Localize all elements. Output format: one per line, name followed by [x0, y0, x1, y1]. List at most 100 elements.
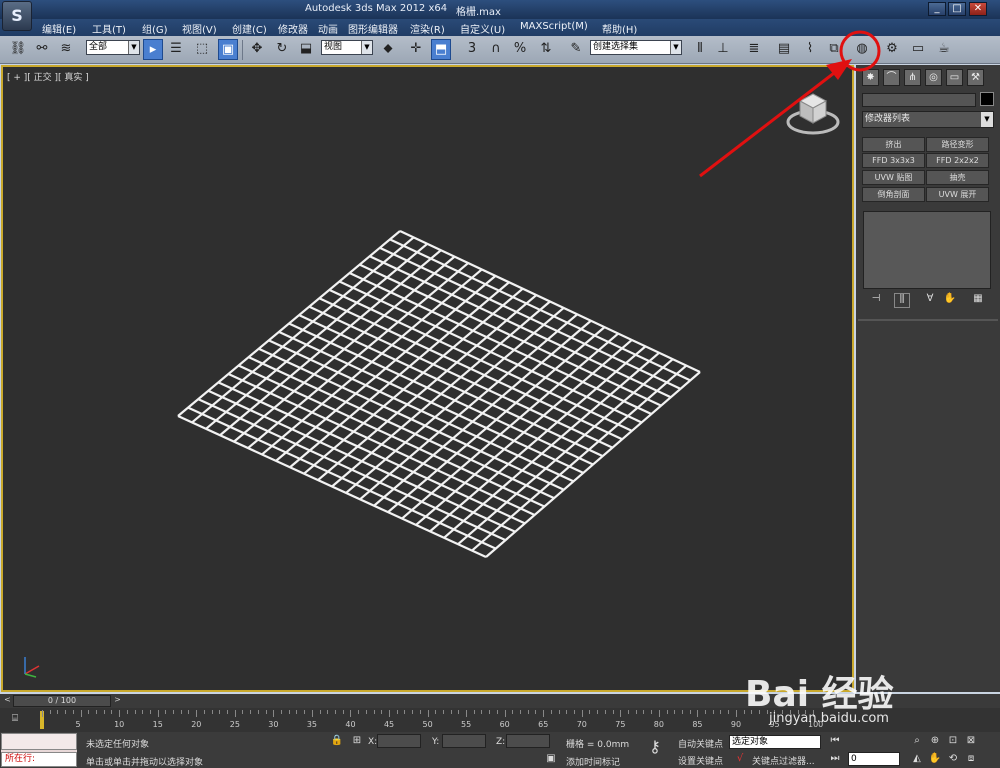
move-icon[interactable]: ✥: [247, 39, 267, 60]
object-color-swatch[interactable]: [980, 92, 994, 106]
menu-modifiers[interactable]: 修改器: [278, 21, 308, 36]
modifier-shell-button[interactable]: 抽壳: [926, 170, 989, 185]
goto-start-icon[interactable]: ⏮: [828, 734, 842, 748]
menu-customize[interactable]: 自定义(U): [460, 21, 505, 36]
modifier-ffd333-button[interactable]: FFD 3x3x3: [862, 153, 925, 168]
modifier-bevel-profile-button[interactable]: 倒角剖面: [862, 187, 925, 202]
time-slider-prev-icon[interactable]: <: [2, 695, 13, 707]
auto-key-button[interactable]: 自动关键点: [678, 737, 723, 750]
show-end-result-icon[interactable]: ⫼: [894, 293, 910, 308]
menu-rendering[interactable]: 渲染(R): [410, 21, 445, 36]
grid-object-mesh[interactable]: [177, 230, 701, 559]
modifier-list-dropdown[interactable]: 修改器列表 ▼: [862, 111, 994, 128]
menu-tools[interactable]: 工具(T): [92, 21, 126, 36]
bind-space-warp-icon[interactable]: ≋: [56, 39, 76, 60]
zoom-all-icon[interactable]: ⊕: [928, 734, 942, 748]
set-key-icon[interactable]: ⚷: [648, 739, 662, 755]
menu-graph-editors[interactable]: 图形编辑器: [348, 21, 398, 36]
add-time-tag-button[interactable]: 添加时间标记: [566, 755, 620, 768]
modifier-ffd222-button[interactable]: FFD 2x2x2: [926, 153, 989, 168]
z-coord-field[interactable]: [506, 734, 550, 748]
menu-group[interactable]: 组(G): [142, 21, 168, 36]
field-of-view-icon[interactable]: ◭: [910, 752, 924, 766]
reference-coordinate-dropdown[interactable]: 视图 ▼: [321, 40, 373, 55]
object-name-field[interactable]: [862, 93, 976, 107]
curve-editor-icon[interactable]: ⌇: [800, 39, 820, 60]
maximize-viewport-icon[interactable]: ⧈: [964, 752, 978, 766]
configure-modifier-sets-icon[interactable]: ▦: [970, 293, 986, 308]
key-mode-dropdown[interactable]: 选定对象: [729, 735, 821, 749]
schematic-view-icon[interactable]: ⧉: [824, 39, 844, 60]
absolute-mode-icon[interactable]: ⊞: [350, 734, 364, 748]
maxscript-input[interactable]: [1, 733, 77, 750]
select-manipulate-icon[interactable]: ✛: [406, 39, 426, 60]
modifier-uvw-map-button[interactable]: UVW 贴图: [862, 170, 925, 185]
menu-maxscript[interactable]: MAXScript(M): [520, 21, 588, 32]
current-frame-field[interactable]: 0: [848, 752, 900, 766]
render-production-icon[interactable]: ☕: [934, 39, 954, 60]
zoom-icon[interactable]: ⌕: [910, 734, 924, 748]
create-tab-icon[interactable]: ✸: [862, 69, 879, 86]
key-mode-toggle-icon[interactable]: ⏭: [828, 752, 842, 766]
time-tag-icon[interactable]: ▣: [544, 752, 558, 766]
keyboard-shortcut-override-icon[interactable]: ⬒: [431, 39, 451, 60]
graphite-ribbon-icon[interactable]: ▤: [774, 39, 794, 60]
material-editor-icon[interactable]: ◍: [852, 39, 872, 60]
modify-tab-icon[interactable]: ⌒: [883, 69, 900, 86]
time-slider-thumb[interactable]: 0 / 100: [13, 695, 111, 707]
link-icon[interactable]: ⛓: [8, 39, 28, 60]
rotate-icon[interactable]: ↻: [272, 39, 292, 60]
mini-curve-editor-icon[interactable]: ⌸: [8, 712, 22, 726]
edit-named-selection-icon[interactable]: ✎: [566, 39, 586, 60]
zoom-extents-icon[interactable]: ⊡: [946, 734, 960, 748]
lock-selection-icon[interactable]: 🔒: [330, 734, 344, 748]
modifier-path-deform-button[interactable]: 路径变形: [926, 137, 989, 152]
make-unique-icon[interactable]: ∀: [922, 293, 938, 308]
pivot-center-icon[interactable]: ⬥: [378, 39, 398, 60]
y-coord-field[interactable]: [442, 734, 486, 748]
rendered-frame-window-icon[interactable]: ▭: [908, 39, 928, 60]
time-slider-next-icon[interactable]: >: [112, 695, 123, 707]
align-icon[interactable]: ⊥: [713, 39, 733, 60]
layer-manager-icon[interactable]: ≣: [744, 39, 764, 60]
x-coord-field[interactable]: [377, 734, 421, 748]
minimize-button[interactable]: _: [928, 2, 946, 16]
menu-views[interactable]: 视图(V): [182, 21, 217, 36]
modifier-unwrap-uvw-button[interactable]: UVW 展开: [926, 187, 989, 202]
menu-create[interactable]: 创建(C): [232, 21, 267, 36]
select-object-icon[interactable]: ▸: [143, 39, 163, 60]
set-key-button[interactable]: 设置关键点: [678, 754, 723, 767]
zoom-extents-all-icon[interactable]: ⊠: [964, 734, 978, 748]
spinner-snap-icon[interactable]: ⇅: [536, 39, 556, 60]
angle-snap-icon[interactable]: ∩: [486, 39, 506, 60]
selection-filter-dropdown[interactable]: 全部 ▼: [86, 40, 140, 55]
remove-modifier-icon[interactable]: ✋: [942, 293, 958, 308]
percent-snap-icon[interactable]: %: [510, 39, 530, 60]
perspective-viewport[interactable]: [ + ][ 正交 ][ 真实 ]: [1, 65, 854, 692]
close-button[interactable]: ✕: [969, 2, 987, 16]
modifier-extrude-button[interactable]: 挤出: [862, 137, 925, 152]
menu-edit[interactable]: 编辑(E): [42, 21, 76, 36]
rectangular-region-icon[interactable]: ⬚: [192, 39, 212, 60]
utilities-tab-icon[interactable]: ⚒: [967, 69, 984, 86]
window-crossing-icon[interactable]: ▣: [218, 39, 238, 60]
hierarchy-tab-icon[interactable]: ⋔: [904, 69, 921, 86]
display-tab-icon[interactable]: ▭: [946, 69, 963, 86]
pan-icon[interactable]: ✋: [928, 752, 942, 766]
select-by-name-icon[interactable]: ☰: [166, 39, 186, 60]
snaps-toggle-icon[interactable]: 3: [462, 39, 482, 60]
menu-animation[interactable]: 动画: [318, 21, 338, 36]
viewcube-icon[interactable]: [786, 93, 840, 135]
key-filters-button[interactable]: 关键点过滤器...: [752, 754, 815, 767]
maximize-button[interactable]: □: [948, 2, 966, 16]
unlink-icon[interactable]: ⚯: [32, 39, 52, 60]
modifier-stack-list[interactable]: [863, 211, 991, 289]
motion-tab-icon[interactable]: ◎: [925, 69, 942, 86]
mirror-icon[interactable]: ⫴: [690, 39, 710, 60]
pin-stack-icon[interactable]: ⊣: [868, 293, 884, 308]
menu-help[interactable]: 帮助(H): [602, 21, 637, 36]
named-selection-dropdown[interactable]: 创建选择集 ▼: [590, 40, 682, 55]
render-setup-icon[interactable]: ⚙: [882, 39, 902, 60]
app-logo-button[interactable]: S: [2, 1, 32, 31]
orbit-icon[interactable]: ⟲: [946, 752, 960, 766]
